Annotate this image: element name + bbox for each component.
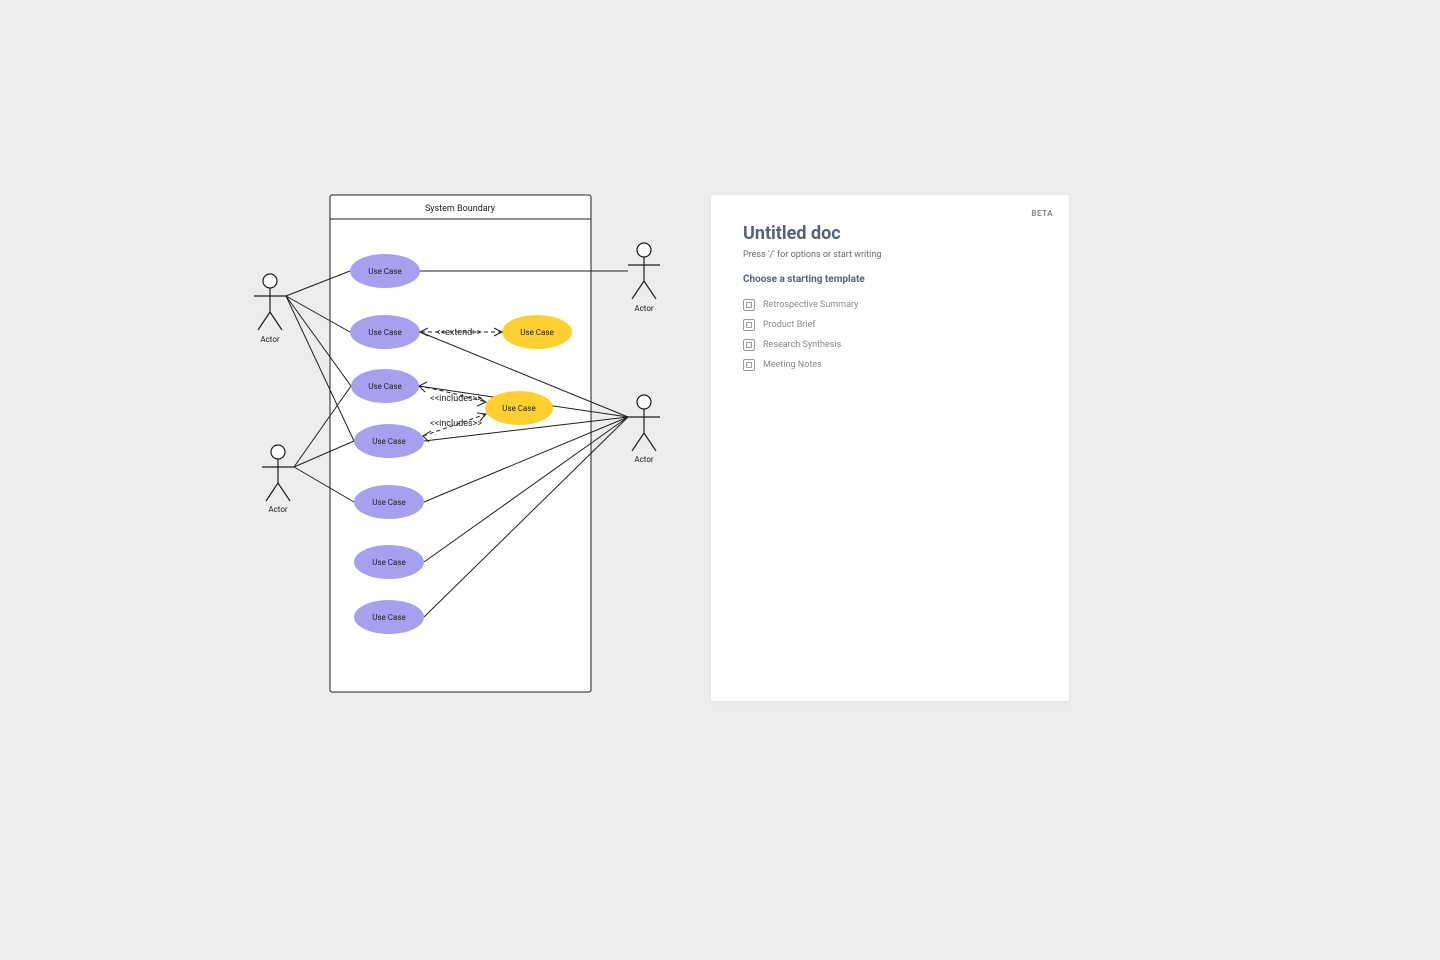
actor-1-label: Actor bbox=[260, 335, 280, 344]
svg-text:Use Case: Use Case bbox=[368, 328, 401, 337]
template-research-synthesis[interactable]: Research Synthesis bbox=[743, 335, 1037, 355]
relation-includes-a: <<includes>> bbox=[430, 394, 482, 404]
document-icon bbox=[743, 359, 755, 371]
template-product-brief[interactable]: Product Brief bbox=[743, 315, 1037, 335]
use-case-5[interactable]: Use Case bbox=[485, 391, 553, 425]
relation-includes-b: <<includes>> bbox=[430, 419, 482, 429]
use-case-4[interactable]: Use Case bbox=[351, 369, 419, 403]
use-case-2[interactable]: Use Case bbox=[350, 315, 420, 349]
use-case-1[interactable]: Use Case bbox=[350, 254, 420, 288]
document-icon bbox=[743, 299, 755, 311]
actor-3[interactable]: Actor bbox=[628, 243, 660, 313]
use-case-7[interactable]: Use Case bbox=[354, 485, 424, 519]
use-case-8[interactable]: Use Case bbox=[354, 545, 424, 579]
use-case-3[interactable]: Use Case bbox=[502, 315, 572, 349]
svg-text:Use Case: Use Case bbox=[520, 328, 553, 337]
doc-panel[interactable]: BETA Untitled doc Press '/' for options … bbox=[711, 195, 1069, 701]
templates-heading: Choose a starting template bbox=[743, 274, 1037, 285]
svg-text:Use Case: Use Case bbox=[502, 404, 535, 413]
doc-title[interactable]: Untitled doc bbox=[743, 223, 1037, 244]
relation-extend: <<extend>> bbox=[436, 328, 482, 338]
template-retrospective-summary[interactable]: Retrospective Summary bbox=[743, 295, 1037, 315]
actor-4[interactable]: Actor bbox=[628, 395, 660, 464]
actor-2[interactable]: Actor bbox=[262, 445, 294, 514]
svg-text:Use Case: Use Case bbox=[368, 267, 401, 276]
actor-4-label: Actor bbox=[634, 455, 654, 464]
svg-text:Use Case: Use Case bbox=[372, 558, 405, 567]
doc-subtitle: Press '/' for options or start writing bbox=[743, 250, 1037, 260]
use-case-9[interactable]: Use Case bbox=[354, 600, 424, 634]
svg-text:Use Case: Use Case bbox=[372, 437, 405, 446]
svg-text:Use Case: Use Case bbox=[372, 613, 405, 622]
actor-1[interactable]: Actor bbox=[254, 274, 286, 344]
svg-text:Use Case: Use Case bbox=[372, 498, 405, 507]
use-case-6[interactable]: Use Case bbox=[354, 424, 424, 458]
actor-3-label: Actor bbox=[634, 304, 654, 313]
template-meeting-notes[interactable]: Meeting Notes bbox=[743, 355, 1037, 375]
system-boundary-title: System Boundary bbox=[425, 204, 496, 214]
document-icon bbox=[743, 339, 755, 351]
beta-badge: BETA bbox=[1031, 209, 1053, 218]
document-icon bbox=[743, 319, 755, 331]
svg-text:Use Case: Use Case bbox=[368, 382, 401, 391]
actor-2-label: Actor bbox=[268, 505, 288, 514]
